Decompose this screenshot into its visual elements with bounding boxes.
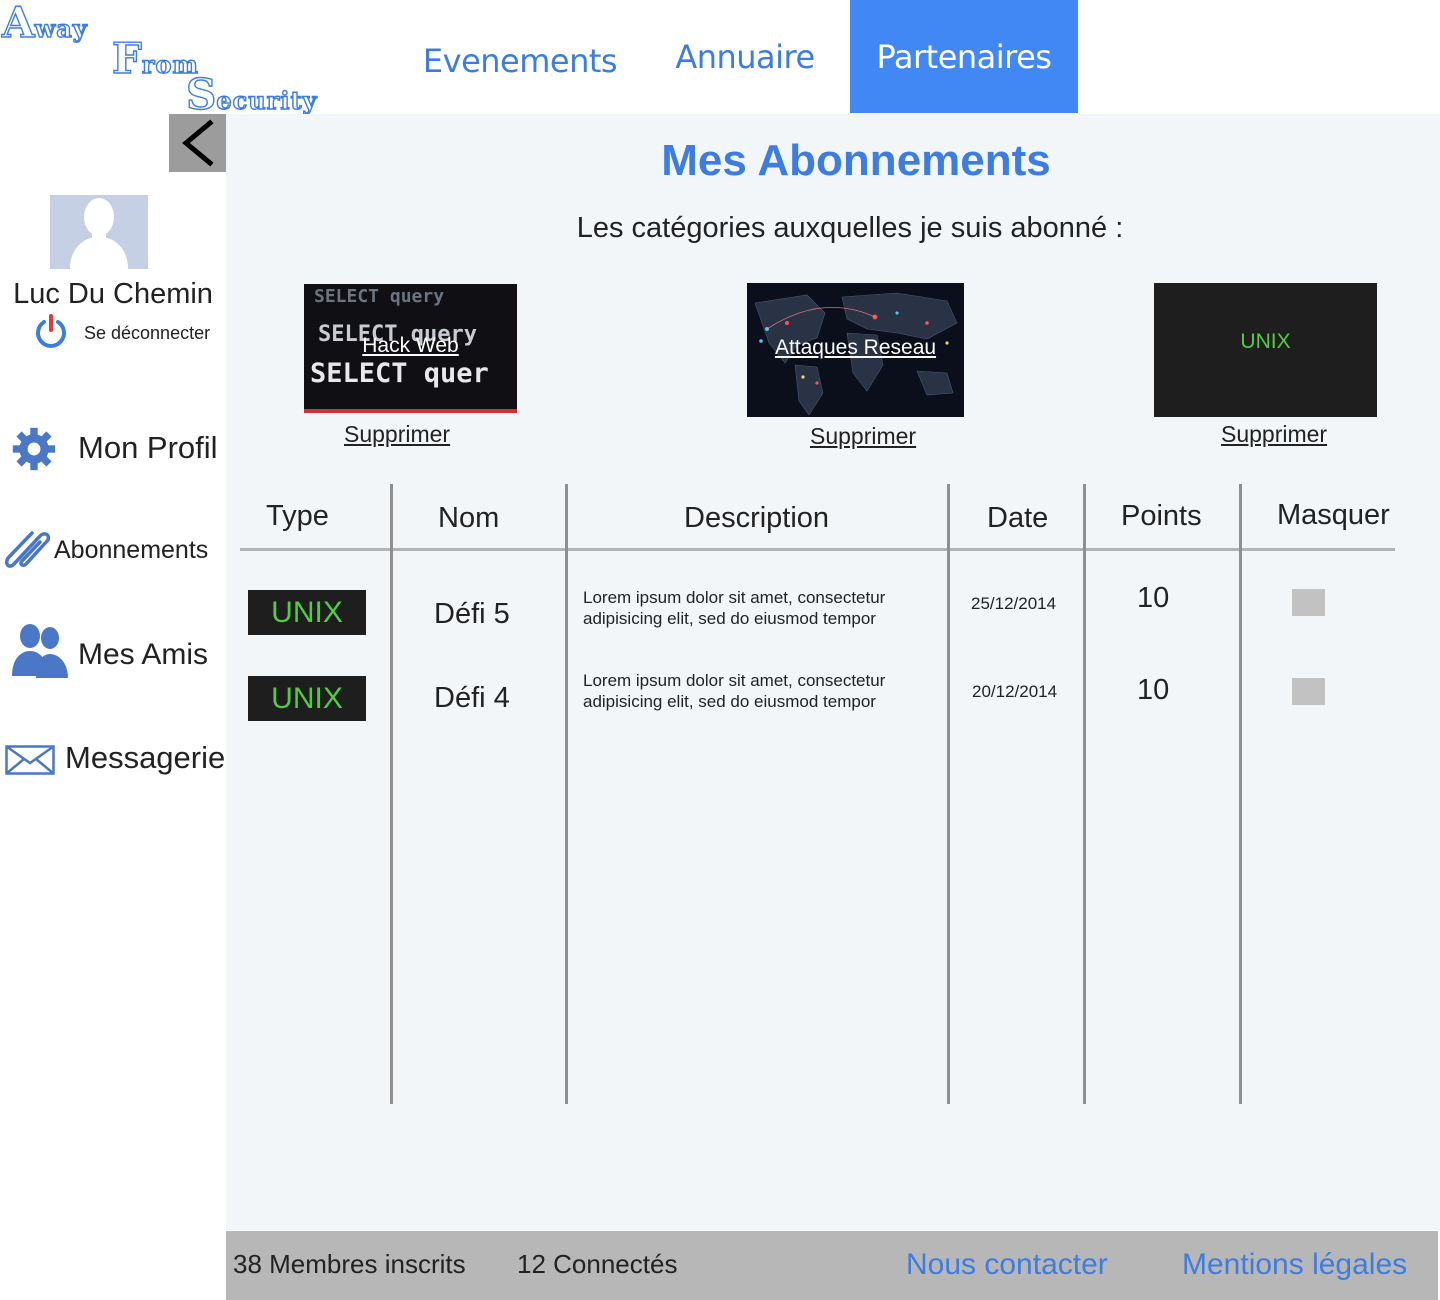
sidebar-item-mes-amis[interactable]: Mes Amis xyxy=(0,622,226,682)
hide-checkbox[interactable] xyxy=(1292,678,1325,705)
column-header-description: Description xyxy=(684,502,830,534)
column-header-date: Date xyxy=(987,502,1049,534)
logout-link[interactable]: Se déconnecter xyxy=(84,323,210,344)
collapse-sidebar-button[interactable] xyxy=(169,114,226,172)
challenge-name: Défi 4 xyxy=(434,682,510,714)
type-badge: UNIX xyxy=(248,676,366,721)
legal-link[interactable]: Mentions légales xyxy=(1182,1248,1407,1282)
column-divider xyxy=(565,484,568,1104)
challenge-description: Lorem ipsum dolor sit amet, consectetur … xyxy=(583,671,886,711)
category-label[interactable]: Attaques Reseau xyxy=(747,336,964,360)
users-icon xyxy=(12,624,68,678)
challenge-points: 10 xyxy=(1137,674,1170,706)
column-header-masquer: Masquer xyxy=(1277,499,1390,531)
members-count: 38 Membres inscrits xyxy=(233,1249,466,1279)
subscriptions-subtitle: Les catégories auxquelles je suis abonné… xyxy=(576,212,1124,244)
site-logo[interactable]: Away From Security xyxy=(0,0,400,116)
type-badge: UNIX xyxy=(248,590,366,635)
logo-word-security: Security xyxy=(185,70,318,119)
category-thumbnail-unix[interactable]: UNIX xyxy=(1154,283,1377,417)
tab-evenements[interactable]: Evenements xyxy=(400,0,640,113)
column-header-points: Points xyxy=(1121,500,1202,532)
tab-partenaires[interactable]: Partenaires xyxy=(850,0,1078,113)
column-divider xyxy=(1083,484,1086,1104)
column-divider xyxy=(1239,484,1242,1104)
challenge-points: 10 xyxy=(1137,582,1170,614)
sidebar-item-label: Mon Profil xyxy=(78,430,218,465)
sidebar-item-label: Messagerie xyxy=(65,740,226,775)
chevron-left-icon xyxy=(181,119,214,167)
image-strip xyxy=(304,409,517,413)
default-user-icon xyxy=(70,198,128,269)
sidebar-item-messagerie[interactable]: Messagerie xyxy=(0,730,226,790)
main-panel: Mes Abonnements Les catégories auxquelle… xyxy=(226,114,1440,1230)
paperclip-icon xyxy=(5,531,51,568)
gear-icon xyxy=(12,427,56,471)
sidebar-item-label: Abonnements xyxy=(54,536,209,564)
sql-background-image: SELECT query xyxy=(314,286,445,307)
challenge-date: 20/12/2014 xyxy=(972,682,1058,701)
page-title: Mes Abonnements xyxy=(661,136,1051,185)
sidebar-item-label: Mes Amis xyxy=(78,638,209,671)
challenge-name: Défi 5 xyxy=(434,598,510,630)
connected-count: 12 Connectés xyxy=(517,1249,678,1279)
column-divider xyxy=(390,484,393,1104)
table-header-divider xyxy=(240,548,1395,551)
power-icon[interactable] xyxy=(33,313,69,349)
delete-category-button[interactable]: Supprimer xyxy=(810,423,916,450)
category-label[interactable]: UNIX xyxy=(1154,330,1377,354)
hide-checkbox[interactable] xyxy=(1292,589,1325,616)
column-divider xyxy=(947,484,950,1104)
sidebar-item-mon-profil[interactable]: Mon Profil xyxy=(0,418,226,478)
tab-annuaire[interactable]: Annuaire xyxy=(640,0,850,113)
column-header-nom: Nom xyxy=(438,502,500,534)
challenge-description: Lorem ipsum dolor sit amet, consectetur … xyxy=(583,588,886,628)
avatar[interactable] xyxy=(50,195,148,269)
top-nav: Evenements Annuaire Partenaires xyxy=(400,0,1078,113)
envelope-icon xyxy=(5,745,55,775)
logo-word-away: Away xyxy=(1,0,88,47)
category-thumbnail-hack-web[interactable]: SELECT query SELECT query SELECT quer Ha… xyxy=(304,284,517,413)
sidebar-item-abonnements[interactable]: Abonnements xyxy=(0,522,226,582)
delete-category-button[interactable]: Supprimer xyxy=(1221,421,1327,448)
delete-category-button[interactable]: Supprimer xyxy=(344,421,450,448)
user-name: Luc Du Chemin xyxy=(13,278,213,310)
category-thumbnail-attaques-reseau[interactable]: Attaques Reseau xyxy=(747,283,964,417)
contact-link[interactable]: Nous contacter xyxy=(906,1248,1108,1282)
challenge-date: 25/12/2014 xyxy=(971,594,1057,613)
footer: 38 Membres inscrits 12 Connectés Nous co… xyxy=(226,1231,1438,1300)
column-header-type: Type xyxy=(266,500,329,532)
sql-background-image: SELECT quer xyxy=(310,358,489,389)
category-label[interactable]: Hack Web xyxy=(304,334,517,358)
